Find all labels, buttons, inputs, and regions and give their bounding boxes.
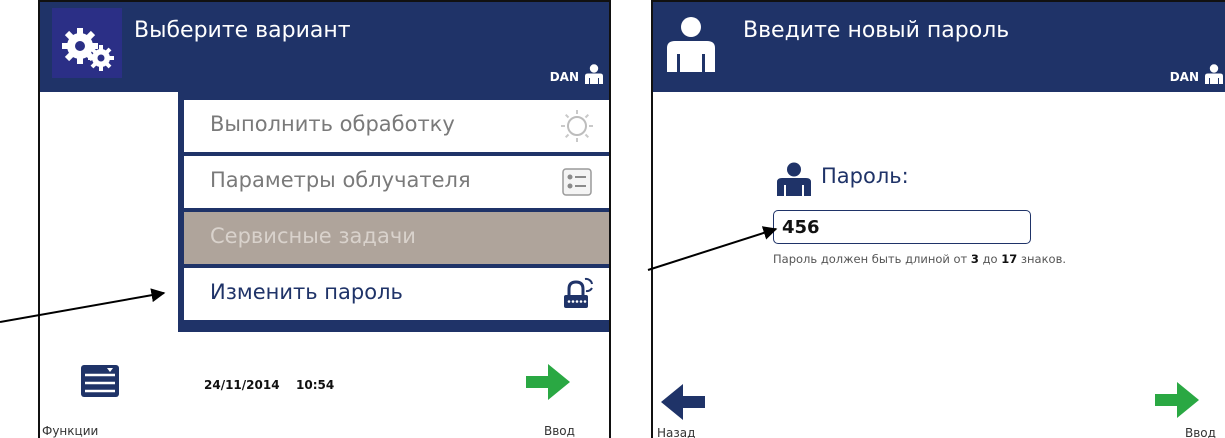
functions-label: Функции <box>42 424 99 438</box>
header-bar: Введите новый пароль DAN <box>653 2 1225 92</box>
hint-text: до <box>978 252 1002 266</box>
password-hint: Пароль должен быть длиной от 3 до 17 зна… <box>773 252 1066 266</box>
date-display: 24/11/2014 <box>204 378 280 392</box>
hint-text: Пароль должен быть длиной от <box>773 252 971 266</box>
lock-refresh-icon <box>564 277 593 308</box>
enter-button[interactable] <box>524 360 572 408</box>
enter-label: Ввод <box>544 424 575 438</box>
card-menu-icon <box>81 365 119 397</box>
menu-item-change-password[interactable]: Изменить пароль <box>184 268 609 320</box>
page-title: Выберите вариант <box>134 18 351 43</box>
menu-item-service-tasks: Сервисные задачи <box>184 212 609 264</box>
header-bar: Выберите вариант DAN <box>40 2 609 92</box>
menu-item-label: Параметры облучателя <box>210 168 471 192</box>
enter-button[interactable] <box>1153 378 1201 426</box>
user-icon <box>585 64 603 84</box>
menu-item-label: Изменить пароль <box>210 280 403 304</box>
menu-item-irradiator-settings[interactable]: Параметры облучателя <box>184 156 609 208</box>
page-title: Введите новый пароль <box>743 18 1010 43</box>
menu-item-label: Выполнить обработку <box>210 112 455 136</box>
enter-label: Ввод <box>1185 426 1216 438</box>
menu-item-run-treatment[interactable]: Выполнить обработку <box>184 100 609 152</box>
user-icon <box>1205 64 1223 84</box>
menu-item-label: Сервисные задачи <box>210 224 416 248</box>
hint-max-length: 17 <box>1001 252 1018 266</box>
user-icon <box>667 17 715 72</box>
hint-text: знаков. <box>1017 252 1067 266</box>
functions-button[interactable] <box>80 364 120 402</box>
username: DAN <box>549 70 579 84</box>
user-indicator: DAN <box>550 64 603 84</box>
user-icon <box>777 162 811 196</box>
password-input[interactable] <box>773 210 1031 244</box>
user-indicator: DAN <box>1170 64 1223 84</box>
username: DAN <box>1169 70 1199 84</box>
back-button[interactable] <box>659 380 707 428</box>
new-password-screen: Введите новый пароль DAN Пароль: Пароль … <box>651 0 1225 438</box>
time-display: 10:54 <box>296 378 335 392</box>
gears-icon <box>52 8 122 78</box>
settings-list-icon <box>562 168 592 196</box>
options-menu: Выполнить обработку Параметры облучателя… <box>178 92 609 332</box>
options-screen: Выберите вариант DAN Выполнить обработку <box>38 0 611 438</box>
sun-icon <box>561 110 593 142</box>
hint-min-length: 3 <box>970 252 979 266</box>
arrow-right-icon <box>526 364 570 400</box>
back-label: Назад <box>657 426 696 438</box>
password-label: Пароль: <box>821 164 909 188</box>
arrow-left-icon <box>661 384 705 420</box>
arrow-right-icon <box>1155 382 1199 418</box>
